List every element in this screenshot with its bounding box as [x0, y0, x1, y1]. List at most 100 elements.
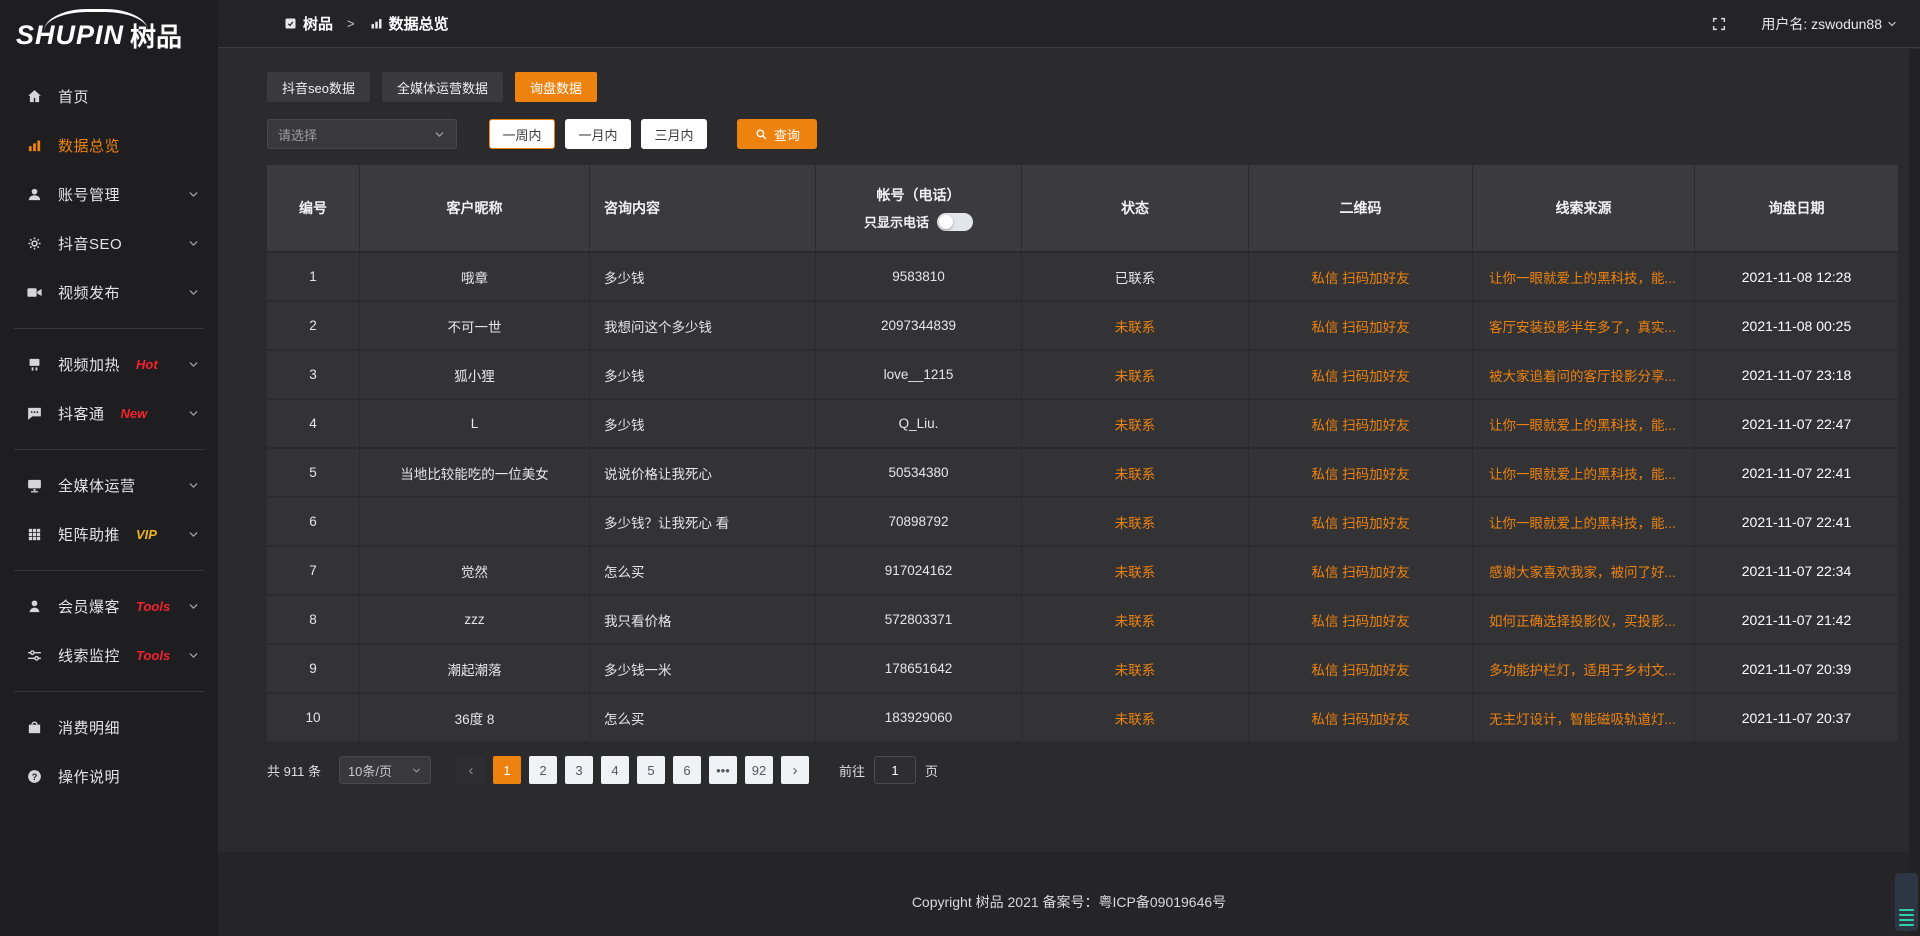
cell-content: 怎么买 — [590, 545, 816, 594]
chevron-down-icon — [187, 237, 200, 250]
page-button[interactable]: 1 — [493, 756, 521, 784]
table-row: 8 zzz 我只看价格 572803371 未联系 私信 扫码加好友 如何正确选… — [267, 594, 1898, 643]
sidebar-item[interactable]: 操作说明 — [0, 752, 218, 801]
source-link[interactable]: 让你一眼就爱上的黑科技，能... — [1473, 496, 1695, 545]
goto-page-input[interactable] — [874, 756, 916, 784]
source-link[interactable]: 让你一眼就爱上的黑科技，能... — [1473, 398, 1695, 447]
breadcrumb: 树品 > 数据总览 — [283, 13, 449, 34]
col-account-title: 帐号（电话） — [877, 185, 961, 205]
phone-only-toggle[interactable] — [937, 213, 973, 231]
qr-links[interactable]: 私信 扫码加好友 — [1249, 692, 1473, 741]
cell-content: 我只看价格 — [590, 594, 816, 643]
col-account: 帐号（电话） 只显示电话 — [816, 165, 1022, 251]
table-row: 7 觉然 怎么买 917024162 未联系 私信 扫码加好友 感谢大家喜欢我家… — [267, 545, 1898, 594]
cell-nickname: 觉然 — [360, 545, 590, 594]
wallet-icon — [26, 719, 43, 736]
sidebar-item[interactable]: 视频发布 — [0, 268, 218, 317]
sidebar-item-label: 会员爆客 — [58, 596, 120, 617]
qr-links[interactable]: 私信 扫码加好友 — [1249, 496, 1473, 545]
qr-links[interactable]: 私信 扫码加好友 — [1249, 545, 1473, 594]
next-page-button[interactable]: › — [781, 756, 809, 784]
status-badge: 未联系 — [1022, 447, 1249, 496]
source-link[interactable]: 被大家追着问的客厅投影分享... — [1473, 349, 1695, 398]
qr-links[interactable]: 私信 扫码加好友 — [1249, 251, 1473, 300]
goto-unit: 页 — [925, 761, 938, 780]
query-button[interactable]: 查询 — [737, 119, 817, 149]
scrollbar-track[interactable] — [1909, 49, 1920, 936]
cell-no: 4 — [267, 398, 360, 447]
sidebar-item-label: 视频加热 — [58, 354, 120, 375]
member-icon — [26, 598, 43, 615]
col-source: 线索来源 — [1473, 165, 1695, 251]
date-range-group: 一周内一月内三月内 — [489, 119, 717, 149]
sidebar-item-label: 首页 — [58, 86, 89, 107]
page-button[interactable]: 4 — [601, 756, 629, 784]
qr-links[interactable]: 私信 扫码加好友 — [1249, 349, 1473, 398]
source-link[interactable]: 感谢大家喜欢我家，被问了好... — [1473, 545, 1695, 594]
date-range-button[interactable]: 一周内 — [489, 119, 555, 149]
sidebar-item[interactable]: 线索监控 Tools — [0, 631, 218, 680]
sidebar-item[interactable]: 账号管理 — [0, 170, 218, 219]
cell-account: 70898792 — [816, 496, 1022, 545]
status-badge: 未联系 — [1022, 398, 1249, 447]
page-size-select[interactable]: 10条/页 — [339, 756, 431, 784]
page-button[interactable]: 5 — [637, 756, 665, 784]
table-row: 6 多少钱？让我死心 看 70898792 未联系 私信 扫码加好友 让你一眼就… — [267, 496, 1898, 545]
qr-links[interactable]: 私信 扫码加好友 — [1249, 643, 1473, 692]
tab[interactable]: 全媒体运营数据 — [382, 72, 503, 102]
sidebar: SHUPIN 树品 首页 数据总览 账号管理 抖音SEO — [0, 0, 218, 936]
page-button[interactable]: 2 — [529, 756, 557, 784]
page-button[interactable]: 6 — [673, 756, 701, 784]
status-badge: 未联系 — [1022, 594, 1249, 643]
source-link[interactable]: 多功能护栏灯，适用于乡村文... — [1473, 643, 1695, 692]
date-range-button[interactable]: 一月内 — [565, 119, 631, 149]
date-range-button[interactable]: 三月内 — [641, 119, 707, 149]
cell-content: 多少钱一米 — [590, 643, 816, 692]
main-content: 抖音seo数据全媒体运营数据询盘数据 请选择 一周内一月内三月内 查询 编号 客… — [218, 49, 1920, 852]
cell-date: 2021-11-07 21:42 — [1695, 594, 1898, 643]
sidebar-item[interactable]: 会员爆客 Tools — [0, 582, 218, 631]
page-button[interactable]: 3 — [565, 756, 593, 784]
page-button[interactable]: ••• — [709, 756, 737, 784]
floating-tool-widget[interactable] — [1895, 873, 1918, 931]
source-link[interactable]: 无主灯设计，智能磁吸轨道灯... — [1473, 692, 1695, 741]
gear-icon — [26, 235, 43, 252]
breadcrumb-app[interactable]: 树品 — [303, 13, 333, 34]
status-badge: 未联系 — [1022, 300, 1249, 349]
account-select[interactable]: 请选择 — [267, 119, 457, 149]
source-link[interactable]: 让你一眼就爱上的黑科技，能... — [1473, 251, 1695, 300]
source-link[interactable]: 客厅安装投影半年多了，真实... — [1473, 300, 1695, 349]
sidebar-item[interactable]: 全媒体运营 — [0, 461, 218, 510]
sidebar-item[interactable]: 抖客通 New — [0, 389, 218, 438]
sidebar-item-label: 抖客通 — [58, 403, 105, 424]
prev-page-button[interactable]: ‹ — [457, 756, 485, 784]
table-row: 1 哦章 多少钱 9583810 已联系 私信 扫码加好友 让你一眼就爱上的黑科… — [267, 251, 1898, 300]
sidebar-item[interactable]: 数据总览 — [0, 121, 218, 170]
sidebar-item[interactable]: 矩阵助推 VIP — [0, 510, 218, 559]
user-icon — [26, 186, 43, 203]
qr-links[interactable]: 私信 扫码加好友 — [1249, 398, 1473, 447]
source-link[interactable]: 让你一眼就爱上的黑科技，能... — [1473, 447, 1695, 496]
app-icon — [283, 16, 298, 31]
filter-row: 请选择 一周内一月内三月内 查询 — [267, 119, 1898, 149]
tab[interactable]: 询盘数据 — [515, 72, 597, 102]
nav-badge: VIP — [136, 527, 157, 542]
user-menu[interactable]: 用户名: zswodun88 — [1761, 14, 1898, 34]
qr-links[interactable]: 私信 扫码加好友 — [1249, 594, 1473, 643]
source-link[interactable]: 如何正确选择投影仪，买投影... — [1473, 594, 1695, 643]
tab[interactable]: 抖音seo数据 — [267, 72, 370, 102]
cell-content: 说说价格让我死心 — [590, 447, 816, 496]
cell-content: 多少钱？让我死心 看 — [590, 496, 816, 545]
sidebar-item[interactable]: 抖音SEO — [0, 219, 218, 268]
sidebar-item[interactable]: 视频加热 Hot — [0, 340, 218, 389]
page-button[interactable]: 92 — [745, 756, 773, 784]
sidebar-item[interactable]: 首页 — [0, 72, 218, 121]
sidebar-item[interactable]: 消费明细 — [0, 703, 218, 752]
sidebar-item-label: 矩阵助推 — [58, 524, 120, 545]
chevron-down-icon — [187, 188, 200, 201]
sidebar-item-label: 全媒体运营 — [58, 475, 136, 496]
select-placeholder: 请选择 — [278, 125, 317, 144]
qr-links[interactable]: 私信 扫码加好友 — [1249, 300, 1473, 349]
fullscreen-icon[interactable] — [1711, 16, 1727, 32]
qr-links[interactable]: 私信 扫码加好友 — [1249, 447, 1473, 496]
